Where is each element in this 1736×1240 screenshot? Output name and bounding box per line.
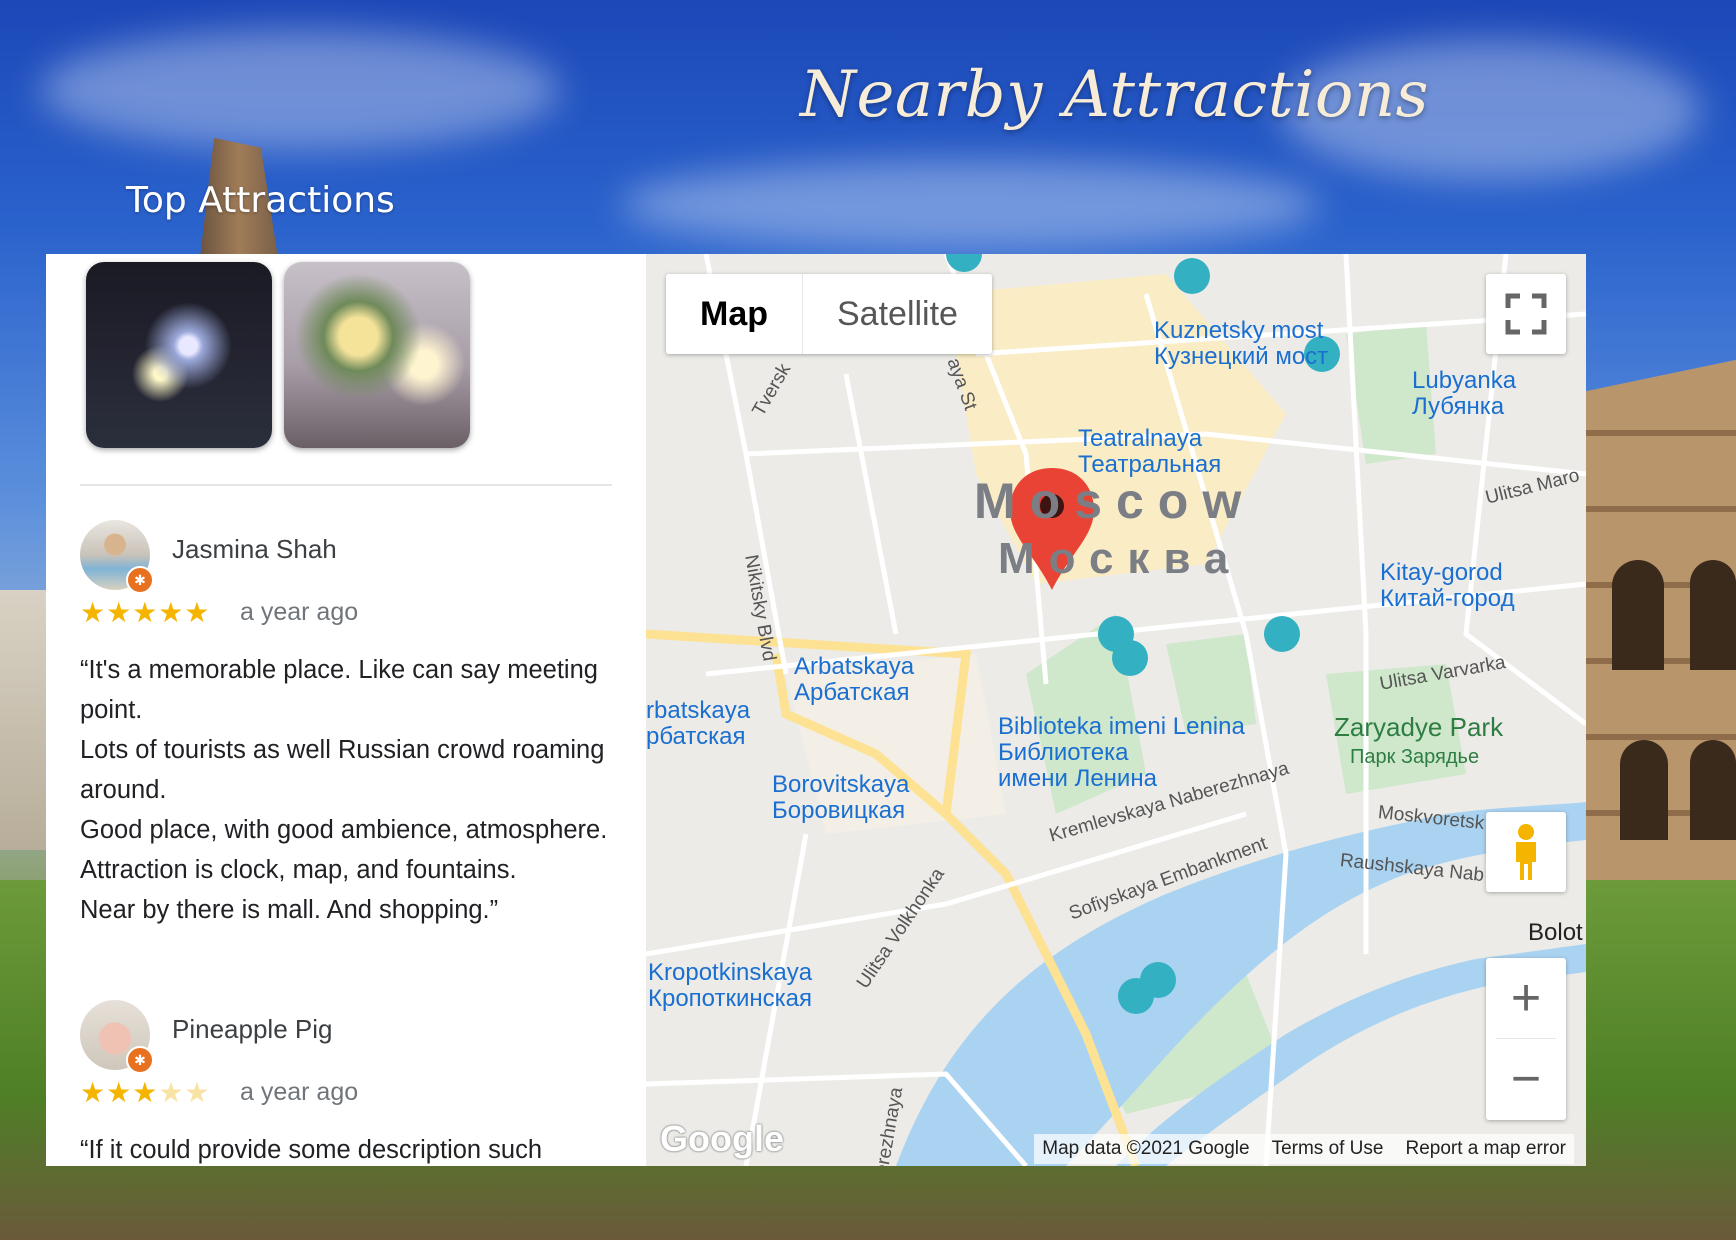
review-text: “If it could provide some description su…: [80, 1136, 543, 1164]
map-label: Парк Зарядье: [1350, 746, 1480, 768]
reviewer-name[interactable]: Jasmina Shah: [172, 534, 337, 565]
terms-link[interactable]: Terms of Use: [1272, 1138, 1384, 1160]
map-type-control: Map Satellite: [666, 274, 992, 354]
map-label[interactable]: Borovitskaya Боровицкая: [772, 772, 909, 824]
review-time: a year ago: [240, 1078, 359, 1106]
map-label[interactable]: rbatskaya рбатская: [646, 698, 750, 750]
stars-filled: ★★★: [80, 1077, 159, 1108]
map-label[interactable]: Lubyanka Лубянка: [1412, 368, 1516, 420]
map-type-map-button[interactable]: Map: [666, 274, 803, 354]
reviews-panel: ✱ Jasmina Shah ★★★★★ a year ago “It's a …: [46, 254, 646, 1166]
map-label[interactable]: Kitay-gorod Китай-город: [1380, 560, 1515, 612]
street-view-button[interactable]: [1486, 812, 1566, 892]
fullscreen-button[interactable]: [1486, 274, 1566, 354]
section-heading: Top Attractions: [126, 180, 395, 221]
background-arch: [1690, 740, 1736, 840]
map-attribution: Map data ©2021 Google Terms of Use Repor…: [1034, 1134, 1574, 1164]
review-item: ✱ Jasmina Shah ★★★★★ a year ago “It's a …: [80, 520, 620, 940]
map-label[interactable]: Zaryadye Park: [1334, 714, 1503, 740]
zoom-control: + −: [1486, 958, 1566, 1120]
zoom-in-button[interactable]: +: [1486, 958, 1566, 1038]
fullscreen-icon: [1505, 293, 1547, 335]
review-text: “It's a memorable place. Like can say me…: [80, 656, 608, 924]
stars-filled: ★★★★★: [80, 597, 211, 628]
divider: [80, 484, 612, 486]
map-type-satellite-button[interactable]: Satellite: [803, 274, 992, 354]
background-arch: [1612, 560, 1664, 670]
background-arch: [1620, 740, 1668, 840]
review-time: a year ago: [240, 598, 359, 626]
street-label: Bolot: [1528, 919, 1583, 946]
reviewer-name[interactable]: Pineapple Pig: [172, 1014, 332, 1045]
star-rating: ★★★★★: [80, 596, 211, 629]
map-data-text: Map data ©2021 Google: [1042, 1138, 1250, 1159]
stars-empty: ★★: [158, 1077, 211, 1108]
local-guide-badge-icon: ✱: [126, 566, 154, 594]
background-building: [0, 590, 46, 850]
report-map-error-link[interactable]: Report a map error: [1405, 1138, 1566, 1160]
pegman-icon: [1516, 824, 1536, 880]
map-label[interactable]: Teatralnaya Театральная: [1078, 426, 1221, 478]
page-title: Nearby Attractions: [800, 58, 1429, 132]
background-cloud: [40, 30, 560, 150]
map-label[interactable]: Arbatskaya Арбатская: [794, 654, 914, 706]
map-label[interactable]: Kropotkinskaya Кропоткинская: [648, 960, 812, 1012]
city-label: Москва: [998, 534, 1243, 583]
google-logo: Google: [660, 1118, 784, 1159]
map[interactable]: Moscow Москва Kuznetsky most Кузнецкий мо…: [646, 254, 1586, 1166]
zoom-out-button[interactable]: −: [1486, 1039, 1566, 1119]
local-guide-badge-icon: ✱: [126, 1046, 154, 1074]
attraction-photo[interactable]: [86, 262, 272, 448]
map-label[interactable]: Kuznetsky most Кузнецкий мост: [1154, 318, 1328, 370]
background-arch: [1690, 560, 1736, 670]
review-item: ✱ Pineapple Pig ★★★★★ a year ago “If it …: [80, 1000, 620, 1166]
photo-strip: [86, 262, 470, 448]
background-cloud: [620, 160, 1320, 250]
star-rating: ★★★★★: [80, 1076, 211, 1109]
attraction-photo[interactable]: [284, 262, 470, 448]
city-label: Moscow: [974, 473, 1256, 529]
